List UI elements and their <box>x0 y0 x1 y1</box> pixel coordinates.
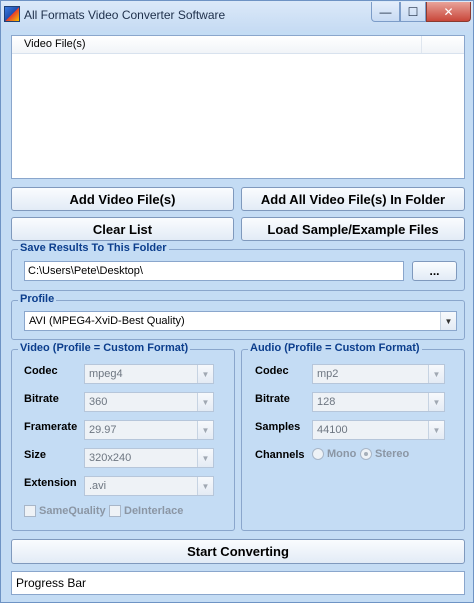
video-size-value: 320x240 <box>89 452 132 464</box>
maximize-button[interactable]: ☐ <box>400 2 426 22</box>
chevron-down-icon[interactable]: ▼ <box>428 421 444 439</box>
add-folder-button[interactable]: Add All Video File(s) In Folder <box>241 187 465 211</box>
deinterlace-checkbox[interactable]: DeInterlace <box>109 505 183 517</box>
list-header: Video File(s) <box>12 36 464 54</box>
video-extension-value: .avi <box>89 480 107 492</box>
profile-value: AVI (MPEG4-XviD-Best Quality) <box>29 315 185 327</box>
same-quality-label: SameQuality <box>39 505 106 517</box>
close-button[interactable]: ✕ <box>426 2 471 22</box>
browse-button[interactable]: ... <box>412 261 457 281</box>
radio-dot[interactable] <box>312 448 324 460</box>
chevron-down-icon[interactable]: ▼ <box>197 477 213 495</box>
audio-bitrate-select[interactable]: 128 ▼ <box>312 392 445 412</box>
profile-label: Profile <box>18 293 57 305</box>
save-folder-group: Save Results To This Folder C:\Users\Pet… <box>11 242 465 291</box>
mono-radio[interactable]: Mono <box>312 448 356 460</box>
mono-label: Mono <box>327 448 357 460</box>
chevron-down-icon[interactable]: ▼ <box>197 365 213 383</box>
title-bar[interactable]: All Formats Video Converter Software — ☐… <box>1 1 473 31</box>
video-settings-label: Video (Profile = Custom Format) <box>18 342 191 354</box>
video-size-select[interactable]: 320x240 ▼ <box>84 448 214 468</box>
minimize-button[interactable]: — <box>371 2 400 22</box>
start-converting-button[interactable]: Start Converting <box>11 539 465 564</box>
app-logo-icon <box>4 6 20 22</box>
audio-bitrate-value: 128 <box>317 396 336 408</box>
audio-settings-label: Audio (Profile = Custom Format) <box>248 342 422 354</box>
video-extension-select[interactable]: .avi ▼ <box>84 476 214 496</box>
checkbox-box[interactable] <box>109 505 121 517</box>
column-header-video-files[interactable]: Video File(s) <box>12 36 422 53</box>
audio-codec-label: Codec <box>255 365 289 377</box>
window-title: All Formats Video Converter Software <box>24 8 226 22</box>
chevron-down-icon[interactable]: ▼ <box>197 449 213 467</box>
chevron-down-icon[interactable]: ▼ <box>440 312 456 330</box>
video-bitrate-label: Bitrate <box>24 393 59 405</box>
audio-settings-group: Audio (Profile = Custom Format) Codec mp… <box>241 342 465 531</box>
video-codec-label: Codec <box>24 365 58 377</box>
video-file-list[interactable]: Video File(s) <box>11 35 465 179</box>
audio-samples-value: 44100 <box>317 424 348 436</box>
chevron-down-icon[interactable]: ▼ <box>197 421 213 439</box>
radio-dot-selected[interactable] <box>360 448 372 460</box>
chevron-down-icon[interactable]: ▼ <box>197 393 213 411</box>
audio-codec-select[interactable]: mp2 ▼ <box>312 364 445 384</box>
video-bitrate-select[interactable]: 360 ▼ <box>84 392 214 412</box>
output-folder-input[interactable]: C:\Users\Pete\Desktop\ <box>24 261 404 281</box>
same-quality-checkbox[interactable]: SameQuality <box>24 505 106 517</box>
add-video-files-button[interactable]: Add Video File(s) <box>11 187 234 211</box>
deinterlace-label: DeInterlace <box>124 505 184 517</box>
video-extension-label: Extension <box>24 477 77 489</box>
audio-bitrate-label: Bitrate <box>255 393 290 405</box>
video-framerate-select[interactable]: 29.97 ▼ <box>84 420 214 440</box>
video-codec-value: mpeg4 <box>89 368 123 380</box>
profile-select[interactable]: AVI (MPEG4-XviD-Best Quality) ▼ <box>24 311 457 331</box>
audio-samples-label: Samples <box>255 421 301 433</box>
video-settings-group: Video (Profile = Custom Format) Codec mp… <box>11 342 235 531</box>
clear-list-button[interactable]: Clear List <box>11 217 234 241</box>
profile-group: Profile AVI (MPEG4-XviD-Best Quality) ▼ <box>11 293 465 340</box>
checkbox-box[interactable] <box>24 505 36 517</box>
progress-bar: Progress Bar <box>11 571 465 595</box>
chevron-down-icon[interactable]: ▼ <box>428 393 444 411</box>
stereo-label: Stereo <box>375 448 410 460</box>
save-folder-label: Save Results To This Folder <box>18 242 169 254</box>
video-bitrate-value: 360 <box>89 396 108 408</box>
video-codec-select[interactable]: mpeg4 ▼ <box>84 364 214 384</box>
audio-channels-label: Channels <box>255 449 305 461</box>
video-size-label: Size <box>24 449 47 461</box>
app-window: All Formats Video Converter Software — ☐… <box>0 0 474 603</box>
audio-codec-value: mp2 <box>317 368 339 380</box>
stereo-radio[interactable]: Stereo <box>360 448 409 460</box>
load-samples-button[interactable]: Load Sample/Example Files <box>241 217 465 241</box>
chevron-down-icon[interactable]: ▼ <box>428 365 444 383</box>
video-framerate-value: 29.97 <box>89 424 117 436</box>
audio-samples-select[interactable]: 44100 ▼ <box>312 420 445 440</box>
video-framerate-label: Framerate <box>24 421 78 433</box>
